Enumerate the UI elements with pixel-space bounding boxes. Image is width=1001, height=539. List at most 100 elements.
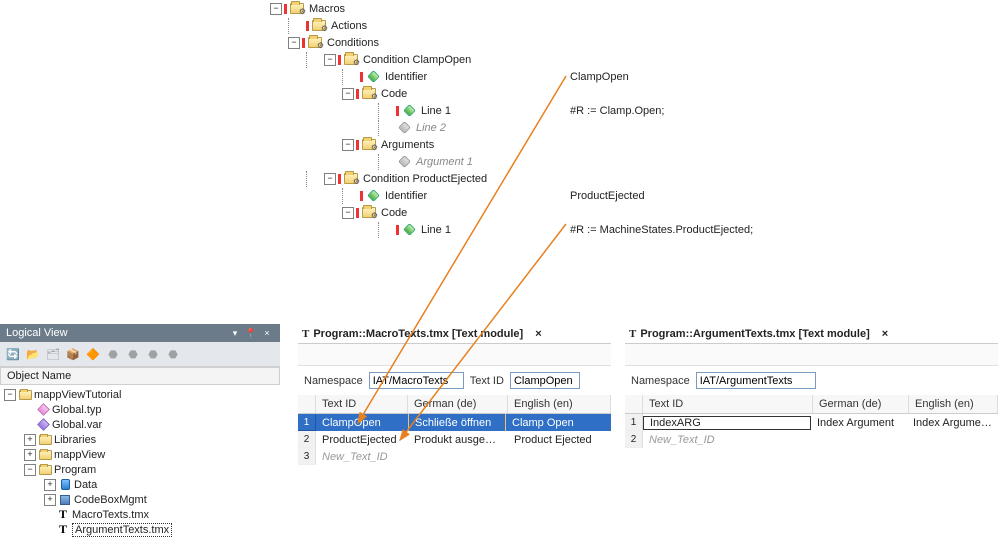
column-header[interactable]: Object Name <box>0 367 280 385</box>
toolbar-btn[interactable]: ⬣ <box>104 345 122 363</box>
cell-english[interactable]: Index Arguments <box>907 417 998 429</box>
grid-row-2[interactable]: 2 ProductEjected Produkt ausgewor... Pro… <box>298 431 611 448</box>
expand-toggle[interactable]: − <box>24 464 36 476</box>
expand-toggle[interactable]: + <box>24 434 36 446</box>
tree-node-conditions[interactable]: − Conditions <box>270 34 990 51</box>
namespace-input[interactable] <box>369 372 464 389</box>
tree-node-project[interactable]: − mappViewTutorial <box>2 387 278 402</box>
cell-textid[interactable]: IndexARG <box>643 416 811 430</box>
close-tab-button[interactable]: × <box>878 328 892 340</box>
close-tab-button[interactable]: × <box>531 328 545 340</box>
tree-label: Code <box>381 207 407 219</box>
pin-icon[interactable]: 📍 <box>244 327 258 339</box>
tree-node-code[interactable]: − Code <box>270 204 990 221</box>
toolbar-refresh[interactable]: 🔄 <box>4 345 22 363</box>
cell-new-textid[interactable]: New_Text_ID <box>643 434 813 446</box>
tree-node-global-var[interactable]: Global.var <box>2 417 278 432</box>
folder-icon <box>18 389 32 401</box>
tree-node-macros[interactable]: − Macros <box>270 0 990 17</box>
property-icon <box>396 121 412 135</box>
cell-textid[interactable]: ProductEjected <box>316 434 408 446</box>
folder-icon <box>289 2 305 16</box>
grid-row-new[interactable]: 3 New_Text_ID <box>298 448 611 465</box>
tree-node-condition-clampopen[interactable]: − Condition ClampOpen <box>270 51 990 68</box>
tree-node-data[interactable]: + Data <box>2 477 278 492</box>
grid-row-new[interactable]: 2 New_Text_ID <box>625 431 998 448</box>
tree-node-code[interactable]: − Code <box>270 85 990 102</box>
expand-toggle[interactable]: − <box>342 88 354 100</box>
tree-node-condition-productejected[interactable]: − Condition ProductEjected <box>270 170 990 187</box>
folder-icon <box>38 434 52 446</box>
expand-toggle[interactable]: + <box>44 494 56 506</box>
grid-row-1[interactable]: 1 ClampOpen Schließe öffnen Clamp Open <box>298 414 611 431</box>
tree-node-libraries[interactable]: + Libraries <box>2 432 278 447</box>
grid-row-1[interactable]: 1 IndexARG Index Argument Index Argument… <box>625 414 998 431</box>
config-tree: − Macros Actions − Conditions − Conditio… <box>270 0 990 278</box>
text-icon: T <box>629 328 636 340</box>
tree-label: Line 2 <box>416 122 446 134</box>
row-number: 3 <box>298 448 316 465</box>
toolbar-btn[interactable]: ⬣ <box>124 345 142 363</box>
namespace-input[interactable] <box>696 372 816 389</box>
col-textid[interactable]: Text ID <box>643 395 813 413</box>
toolbar-btn[interactable]: 📦 <box>64 345 82 363</box>
toolbar-btn[interactable]: 🗂 <box>44 345 62 363</box>
tree-node-identifier[interactable]: Identifier ClampOpen <box>270 68 990 85</box>
tree-node-argument1[interactable]: Argument 1 <box>270 153 990 170</box>
toolbar-btn[interactable]: 🔶 <box>84 345 102 363</box>
property-icon <box>365 70 381 84</box>
expand-toggle[interactable]: − <box>270 3 282 15</box>
tree-label: Line 1 <box>421 105 451 117</box>
tree-node-argumenttexts[interactable]: T ArgumentTexts.tmx <box>2 522 278 537</box>
tab-title[interactable]: Program::MacroTexts.tmx [Text module] <box>313 328 523 340</box>
toolbar-open[interactable]: 📂 <box>24 345 42 363</box>
tree-node-line1[interactable]: Line 1 #R := MachineStates.ProductEjecte… <box>270 221 990 238</box>
tree-node-line2[interactable]: Line 2 <box>270 119 990 136</box>
col-english[interactable]: English (en) <box>909 395 998 413</box>
tree-node-program[interactable]: − Program <box>2 462 278 477</box>
row-number: 1 <box>298 414 316 431</box>
cell-german[interactable]: Produkt ausgewor... <box>408 434 508 446</box>
tree-node-line1[interactable]: Line 1 #R := Clamp.Open; <box>270 102 990 119</box>
textid-input[interactable] <box>510 372 580 389</box>
expand-toggle[interactable]: − <box>324 173 336 185</box>
cell-english[interactable]: Product Ejected <box>508 434 611 446</box>
expand-toggle[interactable]: − <box>324 54 336 66</box>
cell-german[interactable]: Index Argument <box>811 417 907 429</box>
tree-label: Argument 1 <box>416 156 473 168</box>
close-icon[interactable]: × <box>260 327 274 339</box>
col-english[interactable]: English (en) <box>508 395 611 413</box>
tree-label: Condition ProductEjected <box>363 173 487 185</box>
tree-node-macrotexts[interactable]: T MacroTexts.tmx <box>2 507 278 522</box>
tree-node-arguments[interactable]: − Arguments <box>270 136 990 153</box>
tree-node-identifier[interactable]: Identifier ProductEjected <box>270 187 990 204</box>
expand-toggle[interactable]: + <box>24 449 36 461</box>
tree-node-codeboxmgmt[interactable]: + CodeBoxMgmt <box>2 492 278 507</box>
tree-value: #R := Clamp.Open; <box>570 105 664 117</box>
tab-title[interactable]: Program::ArgumentTexts.tmx [Text module] <box>640 328 869 340</box>
expand-toggle[interactable]: − <box>288 37 300 49</box>
col-german[interactable]: German (de) <box>813 395 909 413</box>
cell-german[interactable]: Schließe öffnen <box>409 417 505 429</box>
expand-toggle[interactable]: − <box>4 389 16 401</box>
tree-label: Global.var <box>52 419 102 431</box>
expand-toggle[interactable]: + <box>44 479 56 491</box>
dropdown-icon[interactable]: ▾ <box>228 327 242 339</box>
property-icon <box>401 223 417 237</box>
cell-new-textid[interactable]: New_Text_ID <box>316 451 408 463</box>
tree-node-mappview[interactable]: + mappView <box>2 447 278 462</box>
tree-label: Conditions <box>327 37 379 49</box>
tree-node-actions[interactable]: Actions <box>270 17 990 34</box>
cell-textid[interactable]: ClampOpen <box>316 417 408 429</box>
cell-english[interactable]: Clamp Open <box>506 417 611 429</box>
toolbar-btn[interactable]: ⬣ <box>164 345 182 363</box>
tree-label: Macros <box>309 3 345 15</box>
tree-node-global-typ[interactable]: Global.typ <box>2 402 278 417</box>
expand-toggle[interactable]: − <box>342 207 354 219</box>
expand-toggle[interactable]: − <box>342 139 354 151</box>
tab-bar: T Program::MacroTexts.tmx [Text module] … <box>298 324 611 344</box>
toolbar-btn[interactable]: ⬣ <box>144 345 162 363</box>
col-german[interactable]: German (de) <box>408 395 508 413</box>
tree-label: Program <box>54 464 96 476</box>
col-textid[interactable]: Text ID <box>316 395 408 413</box>
